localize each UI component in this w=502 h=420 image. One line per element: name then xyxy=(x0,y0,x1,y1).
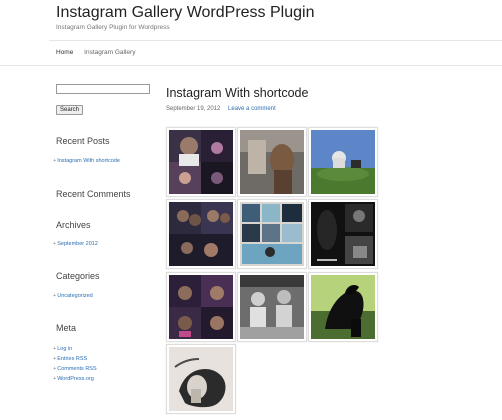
categories-title: Categories xyxy=(56,271,100,281)
bullet-icon: + xyxy=(53,356,57,362)
gallery-photo-5[interactable] xyxy=(237,199,307,269)
gallery-photo-4[interactable] xyxy=(166,199,236,269)
meta-link-comments-rss[interactable]: +Comments RSS xyxy=(53,366,97,372)
recent-comments-title: Recent Comments xyxy=(56,189,131,199)
photo-image xyxy=(311,275,375,339)
site-title[interactable]: Instagram Gallery WordPress Plugin xyxy=(56,4,314,22)
photo-image xyxy=(311,202,375,266)
gallery-photo-10[interactable] xyxy=(166,344,236,414)
gallery-photo-6[interactable] xyxy=(308,199,378,269)
gallery-photo-8[interactable] xyxy=(237,272,307,342)
meta-title: Meta xyxy=(56,323,77,333)
photo-image xyxy=(240,275,304,339)
archives-title: Archives xyxy=(56,220,91,230)
bullet-icon: + xyxy=(53,293,57,299)
gallery-photo-1[interactable] xyxy=(166,127,236,197)
photo-image xyxy=(240,130,304,194)
post-meta: September 19, 2012 Leave a comment xyxy=(166,106,276,112)
meta-link-login[interactable]: +Log in xyxy=(53,346,72,352)
meta-link-entries-rss[interactable]: +Entries RSS xyxy=(53,356,87,362)
nav-item-instagram-gallery[interactable]: Instagram Gallery xyxy=(84,49,135,56)
gallery-photo-9[interactable] xyxy=(308,272,378,342)
post-date[interactable]: September 19, 2012 xyxy=(166,106,220,112)
bullet-icon: + xyxy=(53,376,57,382)
nav-item-home[interactable]: Home xyxy=(56,49,73,56)
bullet-icon: + xyxy=(53,366,57,372)
recent-post-link[interactable]: +Instagram With shortcode xyxy=(53,158,120,164)
archive-link[interactable]: +September 2012 xyxy=(53,241,98,247)
nav-divider xyxy=(49,40,502,41)
gallery-photo-2[interactable] xyxy=(237,127,307,197)
leave-comment-link[interactable]: Leave a comment xyxy=(228,106,276,112)
photo-image xyxy=(169,275,233,339)
search-button[interactable]: Search xyxy=(56,105,84,115)
main-nav: Home Instagram Gallery xyxy=(56,49,144,56)
recent-posts-title: Recent Posts xyxy=(56,136,110,146)
bullet-icon: + xyxy=(53,241,57,247)
gallery-photo-7[interactable] xyxy=(166,272,236,342)
photo-image xyxy=(240,202,304,266)
photo-image xyxy=(169,347,233,411)
site-header: Instagram Gallery WordPress Plugin Insta… xyxy=(0,0,502,68)
meta-link-wordpress[interactable]: +WordPress.org xyxy=(53,376,94,382)
photo-image xyxy=(169,130,233,194)
bullet-icon: + xyxy=(53,346,57,352)
post-title[interactable]: Instagram With shortcode xyxy=(166,86,308,100)
category-link[interactable]: +Uncategorized xyxy=(53,293,93,299)
bullet-icon: + xyxy=(53,158,57,164)
gallery-photo-3[interactable] xyxy=(308,127,378,197)
photo-image xyxy=(169,202,233,266)
photo-image xyxy=(311,130,375,194)
header-divider xyxy=(0,65,502,66)
site-description: Instagram Gallery Plugin for Wordpress xyxy=(56,24,170,31)
search-input[interactable] xyxy=(56,84,150,94)
